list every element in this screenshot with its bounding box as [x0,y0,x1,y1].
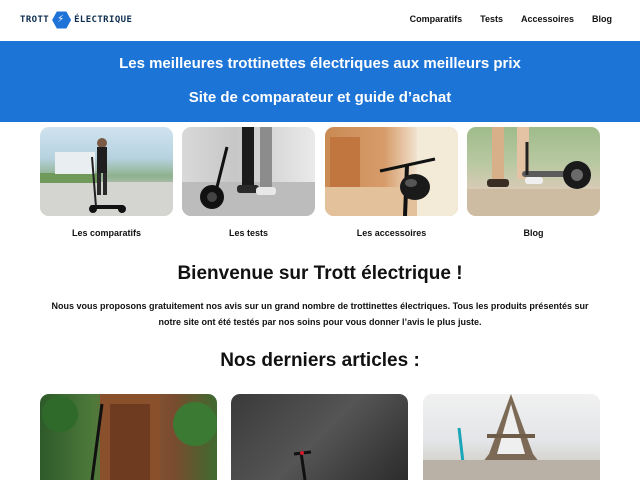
latest-articles [40,394,600,480]
category-image-comparatifs[interactable] [40,127,173,216]
category-image-accessoires[interactable] [325,127,458,216]
nav-link-comparatifs[interactable]: Comparatifs [410,14,463,24]
articles-title: Nos derniers articles : [220,350,420,371]
logo-text-left: TROTT [20,15,50,25]
hero-subtitle: Site de comparateur et guide d’achat [188,89,452,106]
category-card-accessoires[interactable]: Les accessoires [325,127,458,238]
category-cards: Les comparatifs Les tests Les accessoire… [40,127,600,242]
category-card-blog[interactable]: Blog [467,127,600,238]
welcome-title: Bienvenue sur Trott électrique ! [177,263,463,284]
category-label[interactable]: Les comparatifs [40,228,173,238]
site-header: TROTT ⚡ ÉLECTRIQUE Comparatifs Tests Acc… [0,0,640,41]
scooter-icon: ⚡ [52,11,72,29]
logo-text-right: ÉLECTRIQUE [74,15,133,25]
category-label[interactable]: Les accessoires [325,228,458,238]
nav-link-blog[interactable]: Blog [592,14,612,24]
nav-link-tests[interactable]: Tests [480,14,503,24]
category-image-blog[interactable] [467,127,600,216]
hero-banner: Les meilleures trottinettes électriques … [0,41,640,122]
category-image-tests[interactable] [182,127,315,216]
category-card-comparatifs[interactable]: Les comparatifs [40,127,173,238]
welcome-text: Nous vous proposons gratuitement nos avi… [51,301,589,327]
category-label[interactable]: Les tests [182,228,315,238]
hero-title: Les meilleures trottinettes électriques … [119,55,521,72]
site-logo[interactable]: TROTT ⚡ ÉLECTRIQUE [20,9,132,31]
category-card-tests[interactable]: Les tests [182,127,315,238]
article-thumbnail[interactable] [231,394,408,480]
article-thumbnail[interactable] [40,394,217,480]
category-label[interactable]: Blog [467,228,600,238]
article-thumbnail[interactable] [423,394,600,480]
nav-link-accessoires[interactable]: Accessoires [521,14,574,24]
main-nav: Comparatifs Tests Accessoires Blog [410,14,612,24]
